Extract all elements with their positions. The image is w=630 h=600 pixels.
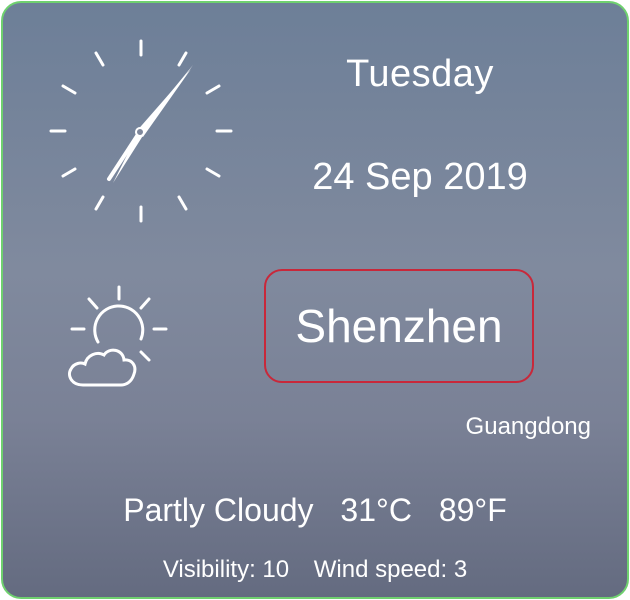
- temperature-celsius: 31°C: [340, 492, 412, 528]
- temperature-fahrenheit: 89°F: [438, 492, 507, 528]
- wind-speed-label: Wind speed: 3: [313, 556, 468, 583]
- day-label: Tuesday: [346, 53, 494, 95]
- weather-details: Visibility: 10 Wind speed: 3: [3, 556, 627, 584]
- weather-condition: Partly Cloudy 31°C 89°F: [3, 492, 627, 529]
- province-label: Guangdong: [465, 413, 591, 440]
- city-label: Shenzhen: [295, 300, 503, 352]
- city-button[interactable]: Shenzhen: [264, 269, 534, 383]
- visibility-label: Visibility: 10: [162, 556, 290, 583]
- partly-cloudy-icon: [68, 285, 168, 387]
- analog-clock-icon: [49, 39, 233, 223]
- weather-widget: Tuesday 24 Sep 2019 Shenzhen Guangdong P…: [1, 1, 629, 599]
- condition-summary: Partly Cloudy: [123, 492, 314, 528]
- date-label: 24 Sep 2019: [312, 156, 528, 198]
